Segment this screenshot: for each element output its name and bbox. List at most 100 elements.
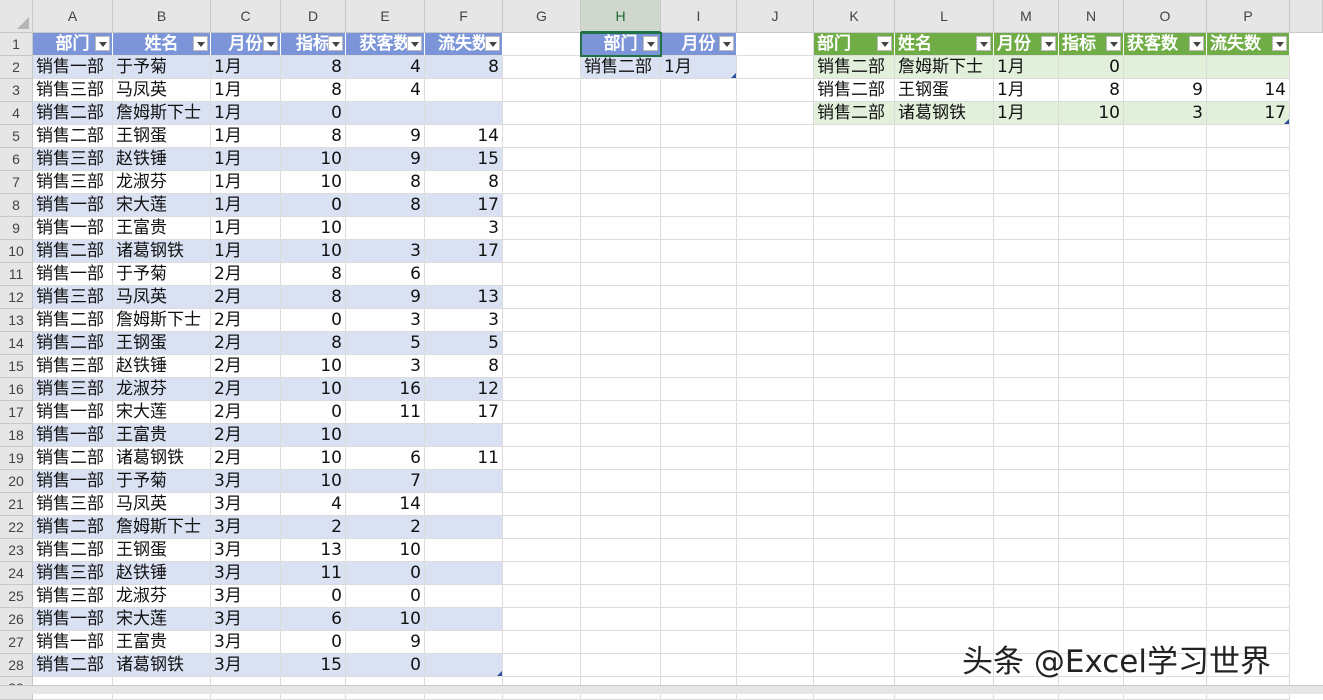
main-table-cell[interactable]: 销售二部 [33,102,113,125]
main-table-cell[interactable]: 1月 [211,194,281,217]
result-table-cell[interactable]: 3 [1124,102,1207,125]
row-header-9[interactable]: 9 [0,217,33,240]
main-table-cell[interactable]: 8 [425,56,503,79]
row-header-6[interactable]: 6 [0,148,33,171]
empty-cell[interactable] [994,470,1059,493]
filter-dropdown-icon[interactable] [877,36,892,51]
empty-cell[interactable] [737,125,814,148]
column-header-f[interactable]: F [425,0,503,33]
criteria-table-header[interactable]: 月份 [661,33,737,56]
row-header-20[interactable]: 20 [0,470,33,493]
row-header-18[interactable]: 18 [0,424,33,447]
empty-cell[interactable] [814,171,895,194]
main-table-cell[interactable]: 2月 [211,309,281,332]
empty-cell[interactable] [737,608,814,631]
main-table-cell[interactable]: 王钢蛋 [113,332,211,355]
main-table-resize-handle[interactable] [497,671,502,676]
main-table-header[interactable]: 获客数 [346,33,425,56]
main-table-cell[interactable]: 8 [281,125,346,148]
main-table-cell[interactable]: 销售一部 [33,56,113,79]
empty-cell[interactable] [895,608,994,631]
empty-cell[interactable] [1124,562,1207,585]
empty-cell[interactable] [895,539,994,562]
result-table-cell[interactable]: 销售二部 [814,56,895,79]
main-table-cell[interactable]: 宋大莲 [113,401,211,424]
result-table-cell[interactable]: 詹姆斯下士 [895,56,994,79]
empty-cell[interactable] [994,516,1059,539]
filter-dropdown-icon[interactable] [976,36,991,51]
main-table-cell[interactable]: 6 [346,263,425,286]
result-table-cell[interactable]: 销售二部 [814,102,895,125]
result-table-cell[interactable]: 王钢蛋 [895,79,994,102]
main-table-cell[interactable]: 5 [425,332,503,355]
main-table-cell[interactable]: 于予菊 [113,56,211,79]
empty-cell[interactable] [1124,470,1207,493]
empty-cell[interactable] [503,424,581,447]
empty-cell[interactable] [1059,447,1124,470]
main-table-cell[interactable]: 11 [425,447,503,470]
main-table-cell[interactable] [346,424,425,447]
empty-cell[interactable] [503,217,581,240]
filter-dropdown-icon[interactable] [193,36,208,51]
main-table-header[interactable]: 姓名 [113,33,211,56]
empty-cell[interactable] [581,631,661,654]
main-table-cell[interactable] [346,102,425,125]
empty-cell[interactable] [737,516,814,539]
main-table-cell[interactable]: 销售二部 [33,309,113,332]
empty-cell[interactable] [737,79,814,102]
empty-cell[interactable] [737,631,814,654]
empty-cell[interactable] [737,309,814,332]
empty-cell[interactable] [503,240,581,263]
main-table-cell[interactable] [346,217,425,240]
result-table-cell[interactable]: 8 [1059,79,1124,102]
empty-cell[interactable] [994,447,1059,470]
main-table-cell[interactable]: 销售三部 [33,286,113,309]
empty-cell[interactable] [581,125,661,148]
empty-cell[interactable] [895,493,994,516]
empty-cell[interactable] [737,654,814,677]
criteria-table-resize-handle[interactable] [731,73,736,78]
row-header-21[interactable]: 21 [0,493,33,516]
main-table-cell[interactable]: 3月 [211,470,281,493]
empty-cell[interactable] [737,470,814,493]
main-table-cell[interactable]: 8 [346,194,425,217]
empty-cell[interactable] [1207,217,1290,240]
empty-cell[interactable] [661,240,737,263]
filter-dropdown-icon[interactable] [719,36,734,51]
main-table-cell[interactable]: 2月 [211,355,281,378]
row-header-12[interactable]: 12 [0,286,33,309]
main-table-cell[interactable] [425,562,503,585]
empty-cell[interactable] [737,286,814,309]
empty-cell[interactable] [503,33,581,56]
empty-cell[interactable] [1207,516,1290,539]
main-table-cell[interactable]: 诸葛钢铁 [113,447,211,470]
main-table-cell[interactable]: 销售三部 [33,493,113,516]
result-table-resize-handle[interactable] [1284,119,1289,124]
row-header-10[interactable]: 10 [0,240,33,263]
empty-cell[interactable] [581,608,661,631]
main-table-cell[interactable]: 销售二部 [33,240,113,263]
column-header-p[interactable]: P [1207,0,1290,33]
empty-cell[interactable] [1124,263,1207,286]
empty-cell[interactable] [814,654,895,677]
empty-cell[interactable] [1207,171,1290,194]
main-table-cell[interactable]: 2月 [211,332,281,355]
filter-dropdown-icon[interactable] [407,36,422,51]
empty-cell[interactable] [661,194,737,217]
row-header-11[interactable]: 11 [0,263,33,286]
empty-cell[interactable] [581,79,661,102]
main-table-cell[interactable]: 3 [425,217,503,240]
column-header-d[interactable]: D [281,0,346,33]
main-table-cell[interactable]: 10 [281,378,346,401]
main-table-header[interactable]: 流失数 [425,33,503,56]
empty-cell[interactable] [1059,493,1124,516]
empty-cell[interactable] [661,470,737,493]
row-header-25[interactable]: 25 [0,585,33,608]
column-header-g[interactable]: G [503,0,581,33]
row-header-19[interactable]: 19 [0,447,33,470]
empty-cell[interactable] [994,355,1059,378]
empty-cell[interactable] [503,493,581,516]
main-table-cell[interactable]: 3月 [211,585,281,608]
empty-cell[interactable] [895,217,994,240]
empty-cell[interactable] [1124,539,1207,562]
